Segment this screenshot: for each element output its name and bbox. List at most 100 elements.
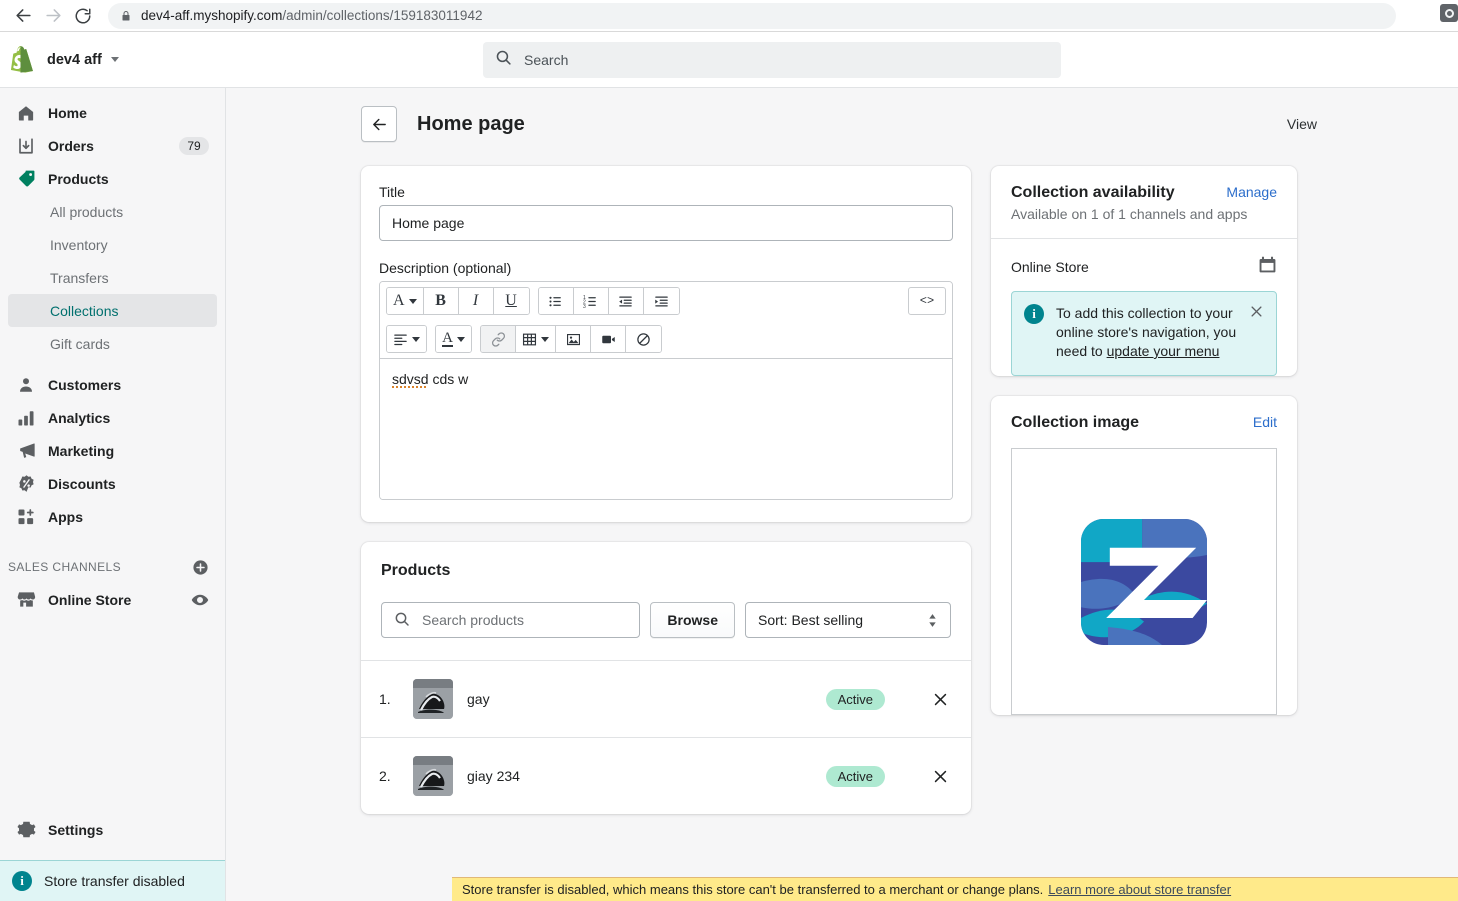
alignment-group — [386, 325, 427, 353]
bold-icon[interactable]: B — [423, 288, 459, 314]
product-thumbnail — [413, 679, 453, 719]
back-button[interactable] — [361, 106, 397, 142]
orders-count-badge: 79 — [179, 136, 209, 155]
sort-select-value: Sort: Best selling — [758, 612, 864, 628]
sidebar-item-products[interactable]: Products — [8, 162, 217, 195]
global-search-input[interactable]: Search — [483, 41, 1061, 78]
italic-icon[interactable]: I — [458, 288, 494, 314]
underline-icon[interactable]: U — [493, 288, 529, 314]
customers-icon — [16, 375, 36, 395]
browser-reload-button[interactable] — [68, 1, 98, 31]
sidebar-item-orders[interactable]: Orders 79 — [8, 129, 217, 162]
sidebar-subitem-inventory[interactable]: Inventory — [8, 228, 217, 261]
channel-name: Online Store — [1011, 259, 1089, 275]
manage-link[interactable]: Manage — [1226, 184, 1277, 200]
extension-icon[interactable] — [1440, 4, 1458, 22]
sort-select[interactable]: Sort: Best selling — [745, 602, 951, 638]
orders-icon — [16, 136, 36, 156]
description-text-misspelled: sdvsd — [392, 371, 429, 387]
home-icon — [16, 103, 36, 123]
edit-link[interactable]: Edit — [1253, 414, 1277, 430]
product-thumbnail — [413, 756, 453, 796]
sidebar-subitem-collections[interactable]: Collections — [8, 294, 217, 327]
outdent-icon[interactable] — [608, 288, 644, 314]
status-badge: Active — [825, 688, 885, 710]
numbered-list-icon[interactable]: 123 — [573, 288, 609, 314]
url-path: /admin/collections/159183011942 — [282, 8, 483, 23]
insert-video-icon[interactable] — [591, 326, 626, 352]
sidebar-subitem-gift-cards[interactable]: Gift cards — [8, 327, 217, 360]
search-icon — [394, 611, 410, 630]
browser-forward-button[interactable] — [38, 1, 68, 31]
sales-channels-header: SALES CHANNELS — [0, 551, 225, 583]
text-color-icon[interactable]: A — [436, 326, 471, 352]
sidebar-item-discounts[interactable]: Discounts — [8, 467, 217, 500]
store-transfer-banner: Store transfer is disabled, which means … — [452, 877, 1458, 901]
product-search-input[interactable]: Search products — [381, 602, 641, 638]
remove-product-button[interactable] — [929, 765, 951, 787]
product-index: 1. — [379, 691, 391, 707]
browser-back-button[interactable] — [8, 1, 38, 31]
insert-image-icon[interactable] — [556, 326, 591, 352]
sidebar-item-customers[interactable]: Customers — [8, 368, 217, 401]
sidebar-item-home[interactable]: Home — [8, 96, 217, 129]
title-input[interactable]: Home page — [379, 205, 953, 241]
sidebar-item-label: Discounts — [48, 475, 116, 492]
eye-icon[interactable] — [191, 591, 209, 609]
address-bar[interactable]: dev4-aff.myshopify.com/admin/collections… — [108, 2, 1396, 29]
store-switcher[interactable]: dev4 aff — [0, 45, 119, 75]
marketing-megaphone-icon — [16, 441, 36, 461]
sidebar-item-analytics[interactable]: Analytics — [8, 401, 217, 434]
indent-icon[interactable] — [643, 288, 679, 314]
products-tag-icon — [16, 169, 36, 189]
table-row[interactable]: 1. gay Active — [361, 660, 971, 737]
sidebar-subitem-label: Gift cards — [50, 335, 110, 352]
products-controls: Search products Browse Sort: Best sellin… — [381, 602, 951, 638]
insert-table-icon[interactable] — [516, 326, 556, 352]
sales-channels-label: SALES CHANNELS — [8, 560, 121, 574]
title-field-label: Title — [379, 184, 405, 200]
main-content: Home page View Title Home page Descripti… — [226, 88, 1458, 901]
select-arrows-icon — [927, 613, 938, 628]
description-editor-body[interactable]: sdvsd cds w — [380, 358, 952, 499]
bulleted-list-icon[interactable] — [538, 288, 574, 314]
collection-image-card: Collection image Edit — [991, 396, 1297, 715]
availability-header: Collection availability Manage — [991, 166, 1297, 202]
sidebar-item-marketing[interactable]: Marketing — [8, 434, 217, 467]
collection-image-preview[interactable] — [1011, 448, 1277, 715]
navigation-notice-text: To add this collection to your online st… — [1056, 304, 1237, 361]
global-search-placeholder: Search — [524, 51, 569, 68]
align-left-icon[interactable] — [387, 326, 426, 352]
font-style-icon[interactable]: A — [387, 288, 424, 314]
update-menu-link[interactable]: update your menu — [1107, 343, 1220, 359]
remove-product-button[interactable] — [929, 688, 951, 710]
table-row[interactable]: 2. giay 234 Active — [361, 737, 971, 814]
navigation-notice-banner: i To add this collection to your online … — [1011, 291, 1277, 376]
browse-button[interactable]: Browse — [650, 602, 735, 638]
close-icon[interactable] — [1249, 304, 1264, 361]
sidebar-item-label: Online Store — [48, 591, 132, 608]
description-text-rest: cds w — [428, 371, 469, 387]
add-circle-icon[interactable] — [192, 559, 209, 576]
sidebar-item-apps[interactable]: Apps — [8, 500, 217, 533]
view-link[interactable]: View — [1287, 116, 1323, 132]
learn-more-link[interactable]: Learn more about store transfer — [1048, 882, 1231, 897]
sidebar-subitem-transfers[interactable]: Transfers — [8, 261, 217, 294]
code-view-button[interactable]: <> — [908, 287, 946, 315]
sidebar-item-label: Orders — [48, 137, 94, 154]
store-name: dev4 aff — [47, 51, 102, 68]
editor-toolbar-row-1: A B I U 123 <> — [380, 282, 952, 320]
sidebar-subitem-label: Transfers — [50, 269, 109, 286]
sidebar-item-online-store[interactable]: Online Store — [8, 583, 217, 616]
channel-row-online-store: Online Store — [991, 239, 1297, 279]
availability-subtitle: Available on 1 of 1 channels and apps — [1011, 206, 1248, 222]
discounts-percent-icon — [16, 474, 36, 494]
clear-formatting-icon[interactable] — [626, 326, 661, 352]
info-circle-icon: i — [12, 871, 32, 891]
sidebar-item-label: Customers — [48, 376, 122, 393]
products-heading: Products — [381, 562, 451, 579]
sidebar-item-settings[interactable]: Settings — [8, 813, 217, 846]
sidebar-subitem-all-products[interactable]: All products — [8, 195, 217, 228]
calendar-icon[interactable] — [1258, 255, 1277, 279]
insert-link-icon[interactable] — [481, 326, 516, 352]
